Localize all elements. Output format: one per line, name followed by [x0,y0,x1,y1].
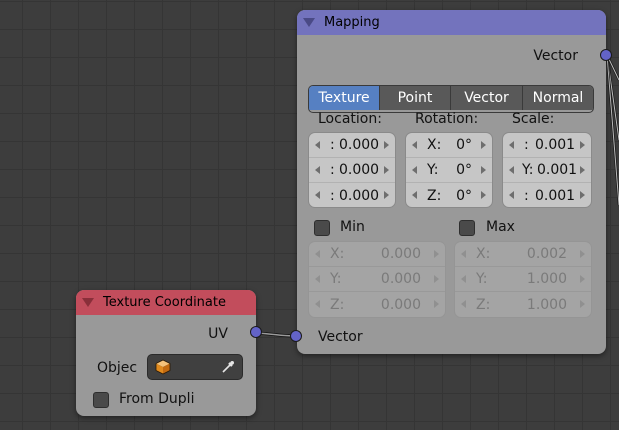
object-field[interactable] [147,354,243,380]
from-dupli-checkbox[interactable] [93,392,109,408]
location-y-field[interactable]: : 0.000 [309,158,395,183]
increment-arrow-icon[interactable] [384,191,389,199]
mapping-node-header[interactable]: Mapping [297,10,606,35]
min-x-field[interactable]: X: 0.000 [309,242,445,267]
decrement-arrow-icon[interactable] [461,275,466,283]
increment-arrow-icon[interactable] [580,166,585,174]
min-y-field[interactable]: Y: 0.000 [309,267,445,292]
decrement-arrow-icon[interactable] [509,191,514,199]
max-label: Max [486,219,515,235]
uv-output-socket[interactable] [250,326,262,338]
rotation-x-field[interactable]: X: 0° [406,133,492,158]
eyedropper-icon[interactable] [221,360,235,374]
object-cube-icon [155,359,171,375]
texture-coordinate-header[interactable]: Texture Coordinate [76,290,256,315]
vector-input-label: Vector [318,329,363,345]
collapse-triangle-icon[interactable] [82,298,94,307]
min-label: Min [340,219,365,235]
from-dupli-label: From Dupli [119,391,195,407]
min-z-field[interactable]: Z: 0.000 [309,292,445,317]
increment-arrow-icon[interactable] [384,166,389,174]
scale-label: Scale: [512,111,555,127]
mapping-node[interactable]: Mapping Vector Texture Point Vector Norm… [297,10,606,354]
decrement-arrow-icon[interactable] [315,141,320,149]
decrement-arrow-icon[interactable] [315,300,320,308]
increment-arrow-icon[interactable] [580,275,585,283]
tab-texture[interactable]: Texture [309,86,380,110]
max-fields: X: 0.002 Y: 1.000 Z: 1.000 [454,241,592,318]
decrement-arrow-icon[interactable] [315,166,320,174]
location-label: Location: [318,111,382,127]
increment-arrow-icon[interactable] [580,191,585,199]
rotation-label: Rotation: [415,111,479,127]
increment-arrow-icon[interactable] [434,300,439,308]
increment-arrow-icon[interactable] [481,191,486,199]
min-checkbox[interactable] [314,220,330,236]
increment-arrow-icon[interactable] [580,141,585,149]
increment-arrow-icon[interactable] [481,166,486,174]
scale-y-field[interactable]: Y: 0.001 [503,158,591,183]
rotation-y-field[interactable]: Y: 0° [406,158,492,183]
max-x-field[interactable]: X: 0.002 [455,242,591,267]
texture-coordinate-node[interactable]: Texture Coordinate UV Objec From Dupli [76,290,256,416]
location-fields: : 0.000 : 0.000 : 0.000 [308,132,396,208]
scale-x-field[interactable]: : 0.001 [503,133,591,158]
increment-arrow-icon[interactable] [580,250,585,258]
object-label: Objec [97,360,138,376]
decrement-arrow-icon[interactable] [315,191,320,199]
increment-arrow-icon[interactable] [580,300,585,308]
mapping-node-title: Mapping [324,15,380,30]
decrement-arrow-icon[interactable] [412,166,417,174]
scale-fields: : 0.001 Y: 0.001 : 0.001 [502,132,592,208]
min-fields: X: 0.000 Y: 0.000 Z: 0.000 [308,241,446,318]
tab-normal[interactable]: Normal [523,86,593,110]
location-x-field[interactable]: : 0.000 [309,133,395,158]
mapping-type-tabs: Texture Point Vector Normal [308,85,594,113]
tab-point[interactable]: Point [380,86,451,110]
decrement-arrow-icon[interactable] [315,250,320,258]
decrement-arrow-icon[interactable] [315,275,320,283]
max-checkbox[interactable] [459,220,475,236]
location-z-field[interactable]: : 0.000 [309,183,395,207]
max-z-field[interactable]: Z: 1.000 [455,292,591,317]
decrement-arrow-icon[interactable] [461,300,466,308]
increment-arrow-icon[interactable] [384,141,389,149]
uv-output-label: UV [208,326,228,342]
decrement-arrow-icon[interactable] [412,191,417,199]
rotation-z-field[interactable]: Z: 0° [406,183,492,207]
decrement-arrow-icon[interactable] [412,141,417,149]
max-y-field[interactable]: Y: 1.000 [455,267,591,292]
decrement-arrow-icon[interactable] [509,166,514,174]
texture-coordinate-title: Texture Coordinate [103,295,226,310]
vector-output-label: Vector [533,48,578,64]
increment-arrow-icon[interactable] [434,275,439,283]
collapse-triangle-icon[interactable] [303,18,315,27]
tab-vector[interactable]: Vector [451,86,523,110]
vector-input-socket[interactable] [290,330,302,342]
decrement-arrow-icon[interactable] [509,141,514,149]
decrement-arrow-icon[interactable] [461,250,466,258]
rotation-fields: X: 0° Y: 0° Z: 0° [405,132,493,208]
increment-arrow-icon[interactable] [481,141,486,149]
increment-arrow-icon[interactable] [434,250,439,258]
vector-output-socket[interactable] [600,49,612,61]
scale-z-field[interactable]: : 0.001 [503,183,591,207]
